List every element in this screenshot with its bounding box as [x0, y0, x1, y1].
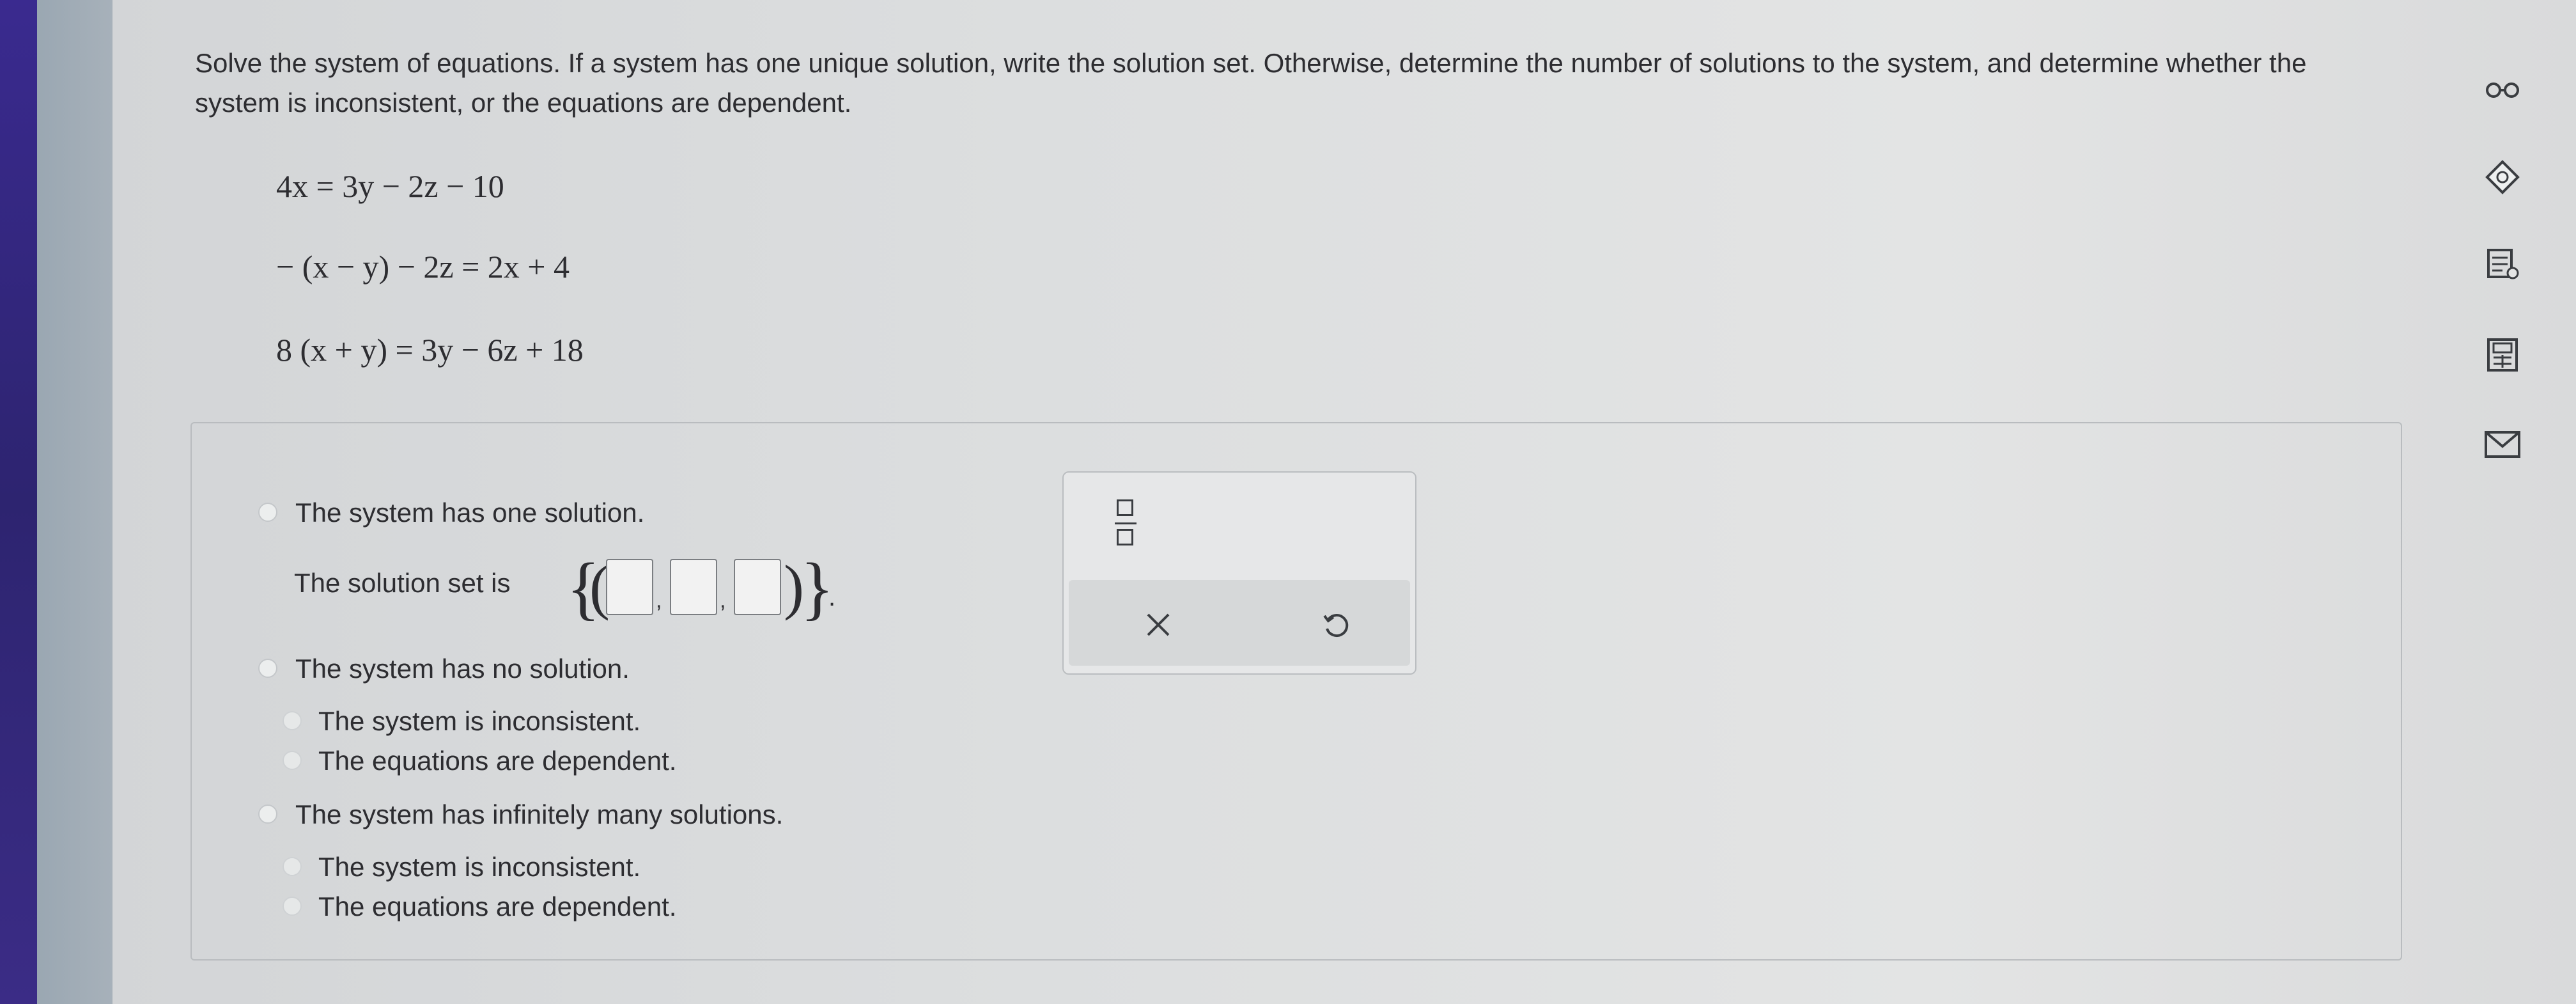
radio-one-solution[interactable]: [258, 503, 277, 522]
hint-icon[interactable]: [2480, 155, 2525, 200]
no-solution-dependent-label: The equations are dependent.: [318, 746, 677, 776]
no-solution-inconsistent-label: The system is inconsistent.: [318, 706, 641, 736]
period: .: [828, 583, 836, 611]
solution-z-input[interactable]: [734, 559, 781, 615]
option-infinite-solutions-label: The system has infinitely many solutions…: [295, 799, 784, 829]
window-edge: [0, 0, 37, 1004]
question-prompt: Solve the system of equations. If a syst…: [195, 48, 2307, 118]
mail-icon[interactable]: [2480, 422, 2525, 467]
comma-2: ,: [720, 588, 726, 613]
option-no-solution-label: The system has no solution.: [295, 654, 630, 684]
radio-infinite-dependent[interactable]: [283, 897, 302, 916]
comma-1: ,: [656, 588, 662, 613]
radio-no-solution[interactable]: [258, 659, 277, 678]
left-sidebar: [37, 0, 113, 1004]
math-palette: [1062, 471, 1416, 675]
infinite-inconsistent-label: The system is inconsistent.: [318, 852, 641, 882]
solution-x-input[interactable]: [606, 559, 653, 615]
equation-1: 4x = 3y − 2z − 10: [276, 168, 504, 204]
option-one-solution-label: The system has one solution.: [295, 498, 645, 528]
fraction-icon[interactable]: [1115, 499, 1137, 551]
infinite-dependent-label: The equations are dependent.: [318, 891, 677, 922]
textbook-icon[interactable]: [2480, 242, 2525, 286]
radio-infinite-inconsistent[interactable]: [283, 857, 302, 876]
glasses-icon[interactable]: [2480, 67, 2525, 111]
clear-icon[interactable]: [1133, 599, 1184, 650]
equation-2: − (x − y) − 2z = 2x + 4: [276, 249, 570, 285]
solution-y-input[interactable]: [670, 559, 717, 615]
calculator-icon[interactable]: [2480, 333, 2525, 377]
radio-no-solution-inconsistent[interactable]: [283, 711, 302, 730]
equation-3: 8 (x + y) = 3y − 6z + 18: [276, 332, 584, 368]
radio-no-solution-dependent[interactable]: [283, 751, 302, 770]
undo-icon[interactable]: [1310, 599, 1362, 650]
palette-action-bar: [1069, 580, 1410, 666]
solution-set-label: The solution set is: [294, 568, 511, 598]
radio-infinite-solutions[interactable]: [258, 804, 277, 824]
